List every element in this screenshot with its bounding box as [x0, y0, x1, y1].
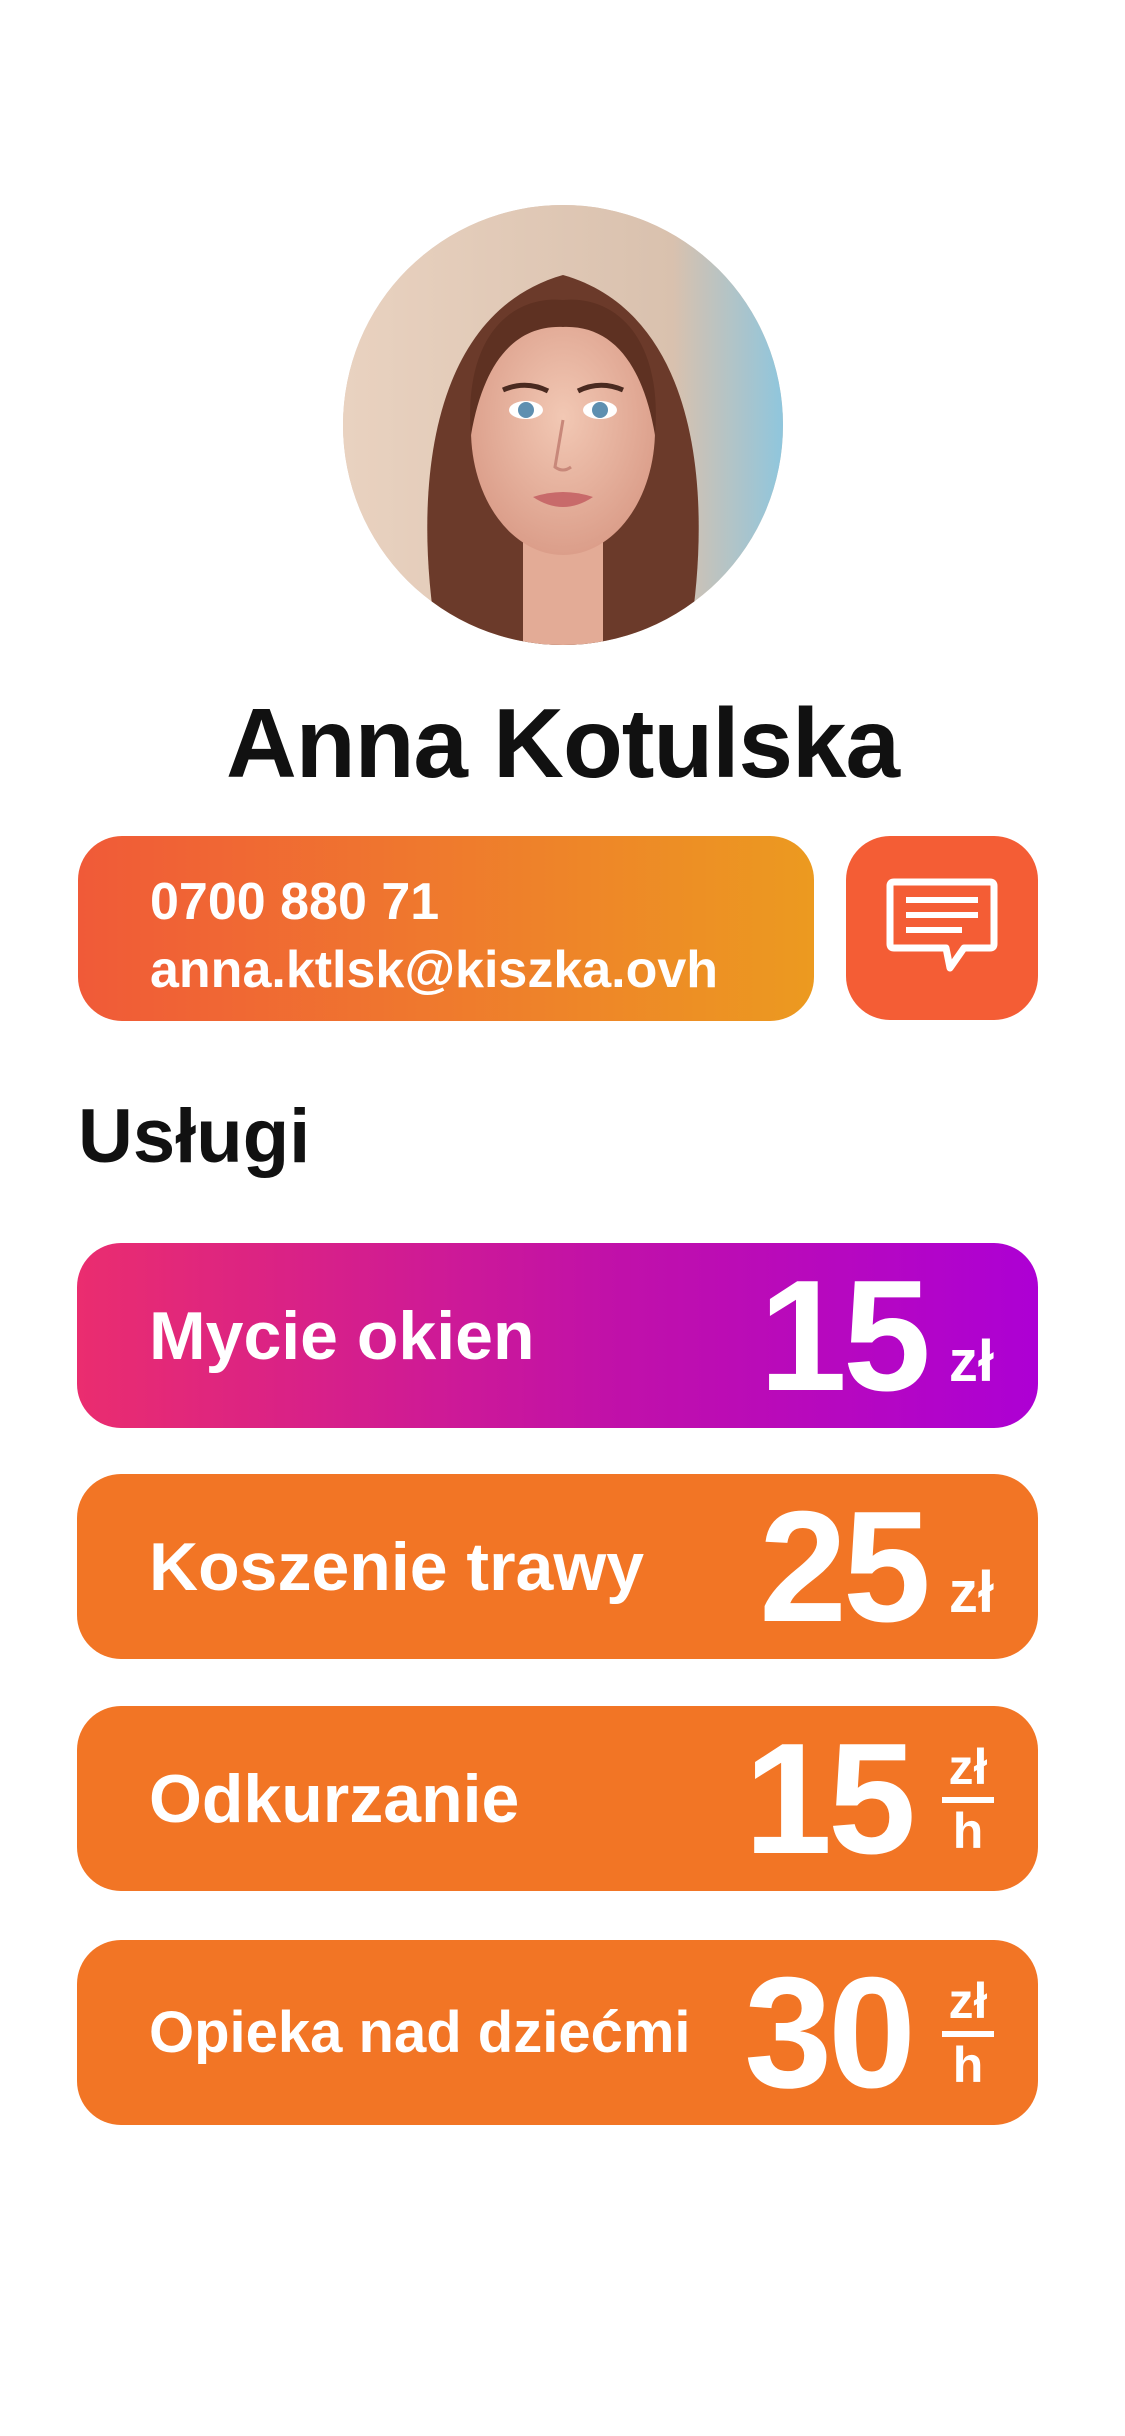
service-price: 25 zł	[759, 1474, 994, 1659]
service-item-koszenie-trawy[interactable]: Koszenie trawy 25 zł	[77, 1474, 1038, 1659]
price-per: h	[952, 2036, 984, 2093]
price-amount: 15	[759, 1247, 931, 1424]
service-label: Mycie okien	[149, 1297, 535, 1374]
price-unit: zł	[948, 1560, 994, 1625]
price-unit: zł	[948, 1329, 994, 1394]
service-price: 15 zł h	[744, 1706, 994, 1891]
price-amount: 25	[759, 1478, 931, 1655]
price-per: h	[952, 1802, 984, 1859]
price-unit: zł	[948, 1738, 988, 1795]
email-address[interactable]: anna.ktlsk@kiszka.ovh	[150, 936, 814, 1004]
price-amount: 30	[744, 1944, 916, 2121]
services-title: Usługi	[78, 1094, 311, 1179]
profile-name: Anna Kotulska	[225, 688, 900, 798]
contact-card: 0700 880 71 anna.ktlsk@kiszka.ovh	[78, 836, 814, 1021]
service-price: 15 zł	[759, 1243, 994, 1428]
price-rate-unit: zł h	[942, 1741, 994, 1857]
service-label: Odkurzanie	[149, 1760, 520, 1837]
avatar-photo	[343, 205, 783, 645]
fraction-bar	[942, 1796, 994, 1803]
service-item-mycie-okien[interactable]: Mycie okien 15 zł	[77, 1243, 1038, 1428]
price-rate-unit: zł h	[942, 1975, 994, 2091]
price-amount: 15	[744, 1710, 916, 1887]
avatar	[343, 205, 783, 645]
phone-number[interactable]: 0700 880 71	[150, 868, 814, 936]
chat-bubble-icon	[886, 878, 998, 972]
service-label: Koszenie trawy	[149, 1528, 645, 1605]
service-price: 30 zł h	[744, 1940, 994, 2125]
service-label: Opieka nad dziećmi	[149, 2000, 691, 2065]
chat-button[interactable]	[846, 836, 1038, 1020]
service-item-opieka-nad-dziecmi[interactable]: Opieka nad dziećmi 30 zł h	[77, 1940, 1038, 2125]
service-item-odkurzanie[interactable]: Odkurzanie 15 zł h	[77, 1706, 1038, 1891]
fraction-bar	[942, 2030, 994, 2037]
price-unit: zł	[948, 1972, 988, 2029]
